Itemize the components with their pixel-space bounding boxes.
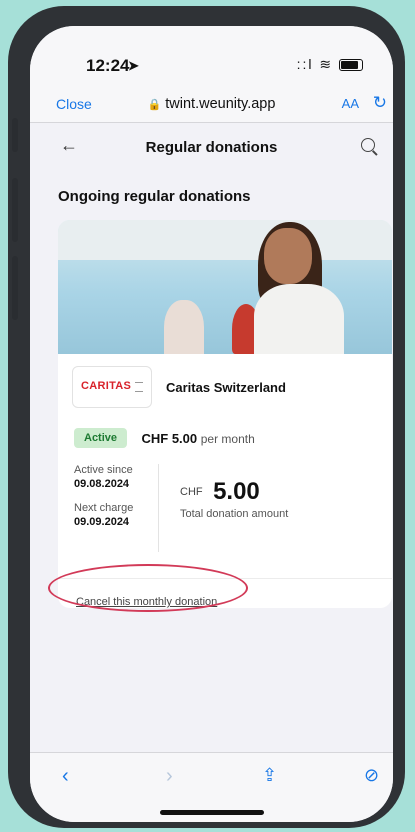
page-title: Regular donations — [145, 139, 278, 156]
status-time: 12:24 — [86, 56, 130, 75]
photo-girl-face — [264, 228, 312, 284]
org-logo-mark — [135, 382, 143, 392]
org-logo-text: CARITAS — [81, 380, 132, 392]
next-charge-value: 09.09.2024 — [74, 516, 130, 528]
location-arrow-icon: ➤ — [128, 58, 139, 73]
back-icon[interactable]: ‹ — [62, 765, 69, 788]
photo-wall — [58, 220, 392, 260]
reload-icon[interactable]: ↻ — [373, 93, 387, 113]
browser-toolbar: Close 🔒 twint.weunity.app AA ↻ — [30, 84, 393, 123]
photo-girl-body — [254, 284, 344, 354]
app-header: ← Regular donations — [30, 123, 393, 173]
total-amount: 5.00 — [213, 478, 260, 505]
signal-icon: ::l — [296, 56, 314, 72]
phone-frame: 12:24 ➤ ::l ≋ Close 🔒 twint.weunity.app A… — [8, 6, 405, 828]
highlight-ellipse — [48, 564, 248, 612]
home-indicator — [160, 810, 264, 815]
currency-label: CHF — [180, 486, 203, 498]
photo-child — [164, 300, 204, 354]
next-charge-label: Next charge — [74, 502, 134, 514]
donation-details: Active since 09.08.2024 Next charge 09.0… — [74, 464, 374, 560]
org-name: Caritas Switzerland — [166, 380, 286, 395]
volume-down-button — [12, 256, 18, 320]
lock-icon: 🔒 — [147, 99, 162, 111]
status-row: Active CHF 5.00 per month — [74, 428, 255, 448]
total-column: CHF 5.00 Total donation amount — [180, 478, 288, 520]
text-size-button[interactable]: AA — [342, 96, 359, 111]
donation-card: CARITAS Caritas Switzerland Active CHF 5… — [58, 220, 392, 608]
forward-icon[interactable]: › — [166, 765, 173, 788]
organization-row: CARITAS Caritas Switzerland — [72, 366, 372, 410]
volume-up-button — [12, 178, 18, 242]
status-badge: Active — [74, 428, 128, 448]
url-text: twint.weunity.app — [165, 96, 276, 112]
active-since-value: 09.08.2024 — [74, 478, 130, 490]
org-logo: CARITAS — [72, 366, 152, 408]
url-field[interactable]: 🔒 twint.weunity.app — [30, 96, 393, 112]
mute-switch — [12, 118, 18, 152]
section-title: Ongoing regular donations — [58, 188, 251, 205]
active-since-label: Active since — [74, 464, 133, 476]
monthly-amount: CHF 5.00 per month — [141, 431, 254, 446]
dates-column: Active since 09.08.2024 Next charge 09.0… — [74, 464, 159, 552]
per-month-label: per month — [200, 431, 255, 446]
share-icon[interactable]: ⇪ — [262, 765, 277, 786]
battery-icon — [339, 59, 363, 72]
status-bar: 12:24 ➤ ::l ≋ — [30, 26, 393, 84]
compass-icon[interactable]: ⊘ — [364, 765, 379, 786]
donation-photo — [58, 220, 392, 354]
screen: 12:24 ➤ ::l ≋ Close 🔒 twint.weunity.app A… — [30, 26, 393, 822]
monthly-amount-value: CHF 5.00 — [141, 430, 198, 446]
status-icons: ::l ≋ — [297, 56, 363, 73]
total-amount-label: Total donation amount — [180, 508, 289, 520]
search-icon[interactable] — [361, 138, 375, 152]
wifi-icon: ≋ — [319, 56, 334, 72]
